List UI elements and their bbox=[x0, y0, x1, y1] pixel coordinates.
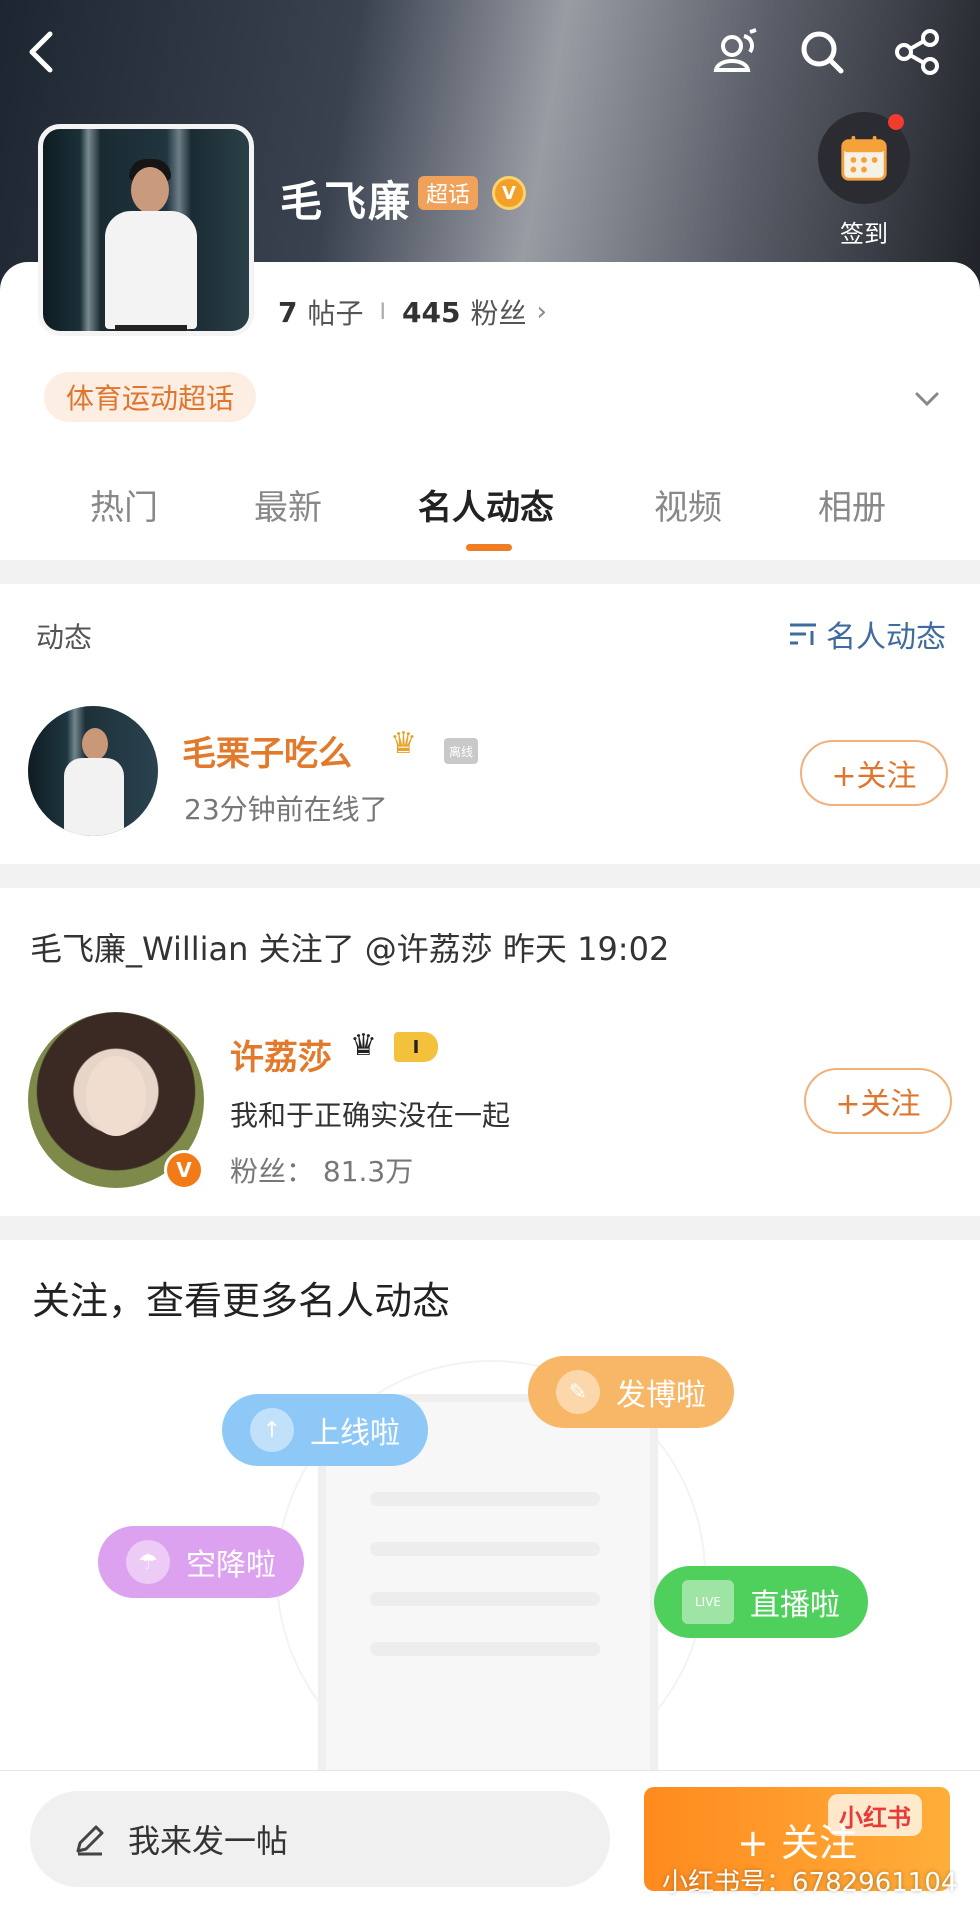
notification-dot bbox=[888, 114, 904, 130]
share-button[interactable] bbox=[882, 16, 954, 88]
filter-button[interactable]: 名人动态 bbox=[788, 612, 946, 656]
follow-button[interactable]: +关注 bbox=[800, 740, 948, 806]
chevron-down-icon[interactable] bbox=[912, 384, 942, 414]
user-name[interactable]: 许荔莎 bbox=[230, 1030, 332, 1079]
verified-badge-icon: V bbox=[492, 176, 526, 210]
compose-input[interactable]: 我来发一帖 bbox=[30, 1791, 610, 1887]
post-pill: ✎ 发博啦 bbox=[528, 1356, 734, 1428]
live-camera-icon: LIVE bbox=[682, 1580, 734, 1624]
crown-icon: ♛ bbox=[390, 726, 417, 761]
pill-label: 直播啦 bbox=[750, 1588, 840, 1623]
pill-label: 空降啦 bbox=[186, 1548, 276, 1583]
user-avatar-head bbox=[82, 728, 108, 760]
user-avatar-face bbox=[86, 1056, 146, 1136]
parachute-icon: ☂ bbox=[126, 1540, 170, 1584]
pencil-icon bbox=[76, 1825, 104, 1856]
airdrop-pill: ☂ 空降啦 bbox=[98, 1526, 304, 1598]
posts-count: 7 bbox=[278, 295, 298, 329]
section-label: 动态 bbox=[36, 621, 93, 654]
watermark-logo: 小红书 bbox=[828, 1794, 922, 1836]
avatar-person-legs bbox=[115, 325, 187, 331]
filter-label: 名人动态 bbox=[826, 620, 946, 655]
pill-label: 上线啦 bbox=[310, 1416, 400, 1451]
filter-icon bbox=[790, 623, 816, 645]
tab-hot[interactable]: 热门 bbox=[90, 480, 158, 529]
fans-label: 粉丝 bbox=[470, 297, 527, 330]
signin-label: 签到 bbox=[840, 220, 888, 248]
phone-line bbox=[370, 1542, 600, 1556]
activity-text: 毛飞廉_Willian 关注了 @许荔莎 昨天 19:02 bbox=[30, 930, 670, 968]
share-icon bbox=[895, 29, 939, 75]
avatar-person-head bbox=[131, 167, 169, 213]
chevron-right-icon: › bbox=[536, 297, 547, 327]
level-badge: I bbox=[394, 1032, 438, 1062]
search-button[interactable] bbox=[786, 16, 858, 88]
arrow-up-icon: ↑ bbox=[250, 1408, 294, 1452]
promo-section: 关注，查看更多名人动态 ↑ 上线啦 ✎ 发博啦 ☂ 空降啦 LIVE 直播啦 bbox=[0, 1240, 980, 1770]
promo-title: 关注，查看更多名人动态 bbox=[32, 1279, 451, 1323]
compose-placeholder: 我来发一帖 bbox=[128, 1822, 289, 1860]
topic-title: 毛飞廉 bbox=[280, 177, 413, 226]
tab-album[interactable]: 相册 bbox=[818, 480, 886, 529]
topic-avatar[interactable] bbox=[38, 124, 254, 336]
tab-celebrity[interactable]: 名人动态 bbox=[418, 480, 554, 529]
back-button[interactable] bbox=[8, 16, 80, 88]
members-button[interactable] bbox=[700, 16, 772, 88]
verified-badge-icon: V bbox=[164, 1150, 204, 1190]
tab-video[interactable]: 视频 bbox=[654, 480, 722, 529]
avatar-person-body bbox=[105, 211, 197, 329]
live-pill: LIVE 直播啦 bbox=[654, 1566, 868, 1638]
dynamic-section: 动态 名人动态 毛栗子吃么 ♛ 离线 23分钟前在线了 +关注 bbox=[0, 584, 980, 864]
online-status-text: 23分钟前在线了 bbox=[184, 793, 388, 826]
phone-line bbox=[370, 1492, 600, 1506]
stats-separator: I bbox=[379, 299, 387, 325]
group-icon bbox=[713, 28, 757, 72]
active-tab-indicator bbox=[466, 544, 512, 551]
pill-label: 发博啦 bbox=[616, 1378, 706, 1413]
watermark-text: 小红书号：6782961104 bbox=[662, 1868, 958, 1898]
topic-stats[interactable]: 7 帖子 I 445 粉丝 › bbox=[278, 292, 547, 332]
tab-latest[interactable]: 最新 bbox=[254, 480, 322, 529]
tab-bar: 热门 最新 名人动态 视频 相册 bbox=[0, 480, 980, 550]
online-pill: ↑ 上线啦 bbox=[222, 1394, 428, 1466]
search-icon bbox=[801, 31, 844, 74]
posts-label: 帖子 bbox=[307, 297, 364, 330]
crown-icon: ♛ bbox=[350, 1028, 377, 1063]
category-tag[interactable]: 体育运动超话 bbox=[44, 372, 257, 422]
follow-button[interactable]: +关注 bbox=[804, 1068, 952, 1134]
user-bio: 我和于正确实没在一起 bbox=[230, 1099, 511, 1132]
back-arrow-icon bbox=[29, 31, 53, 73]
activity-section: 毛飞廉_Willian 关注了 @许荔莎 昨天 19:02 V 许荔莎 ♛ I … bbox=[0, 888, 980, 1216]
user-name[interactable]: 毛栗子吃么 bbox=[182, 726, 352, 775]
user-fans: 粉丝： 81.3万 bbox=[230, 1155, 414, 1188]
user-avatar[interactable] bbox=[28, 706, 158, 836]
phone-line bbox=[370, 1592, 600, 1606]
pencil-icon: ✎ bbox=[556, 1370, 600, 1414]
phone-line bbox=[370, 1642, 600, 1656]
fans-count: 445 bbox=[402, 295, 461, 329]
user-avatar-body bbox=[64, 758, 124, 836]
offline-status-tag: 离线 bbox=[444, 738, 478, 764]
super-topic-badge: 超话 bbox=[418, 176, 478, 210]
calendar-icon bbox=[841, 135, 887, 181]
